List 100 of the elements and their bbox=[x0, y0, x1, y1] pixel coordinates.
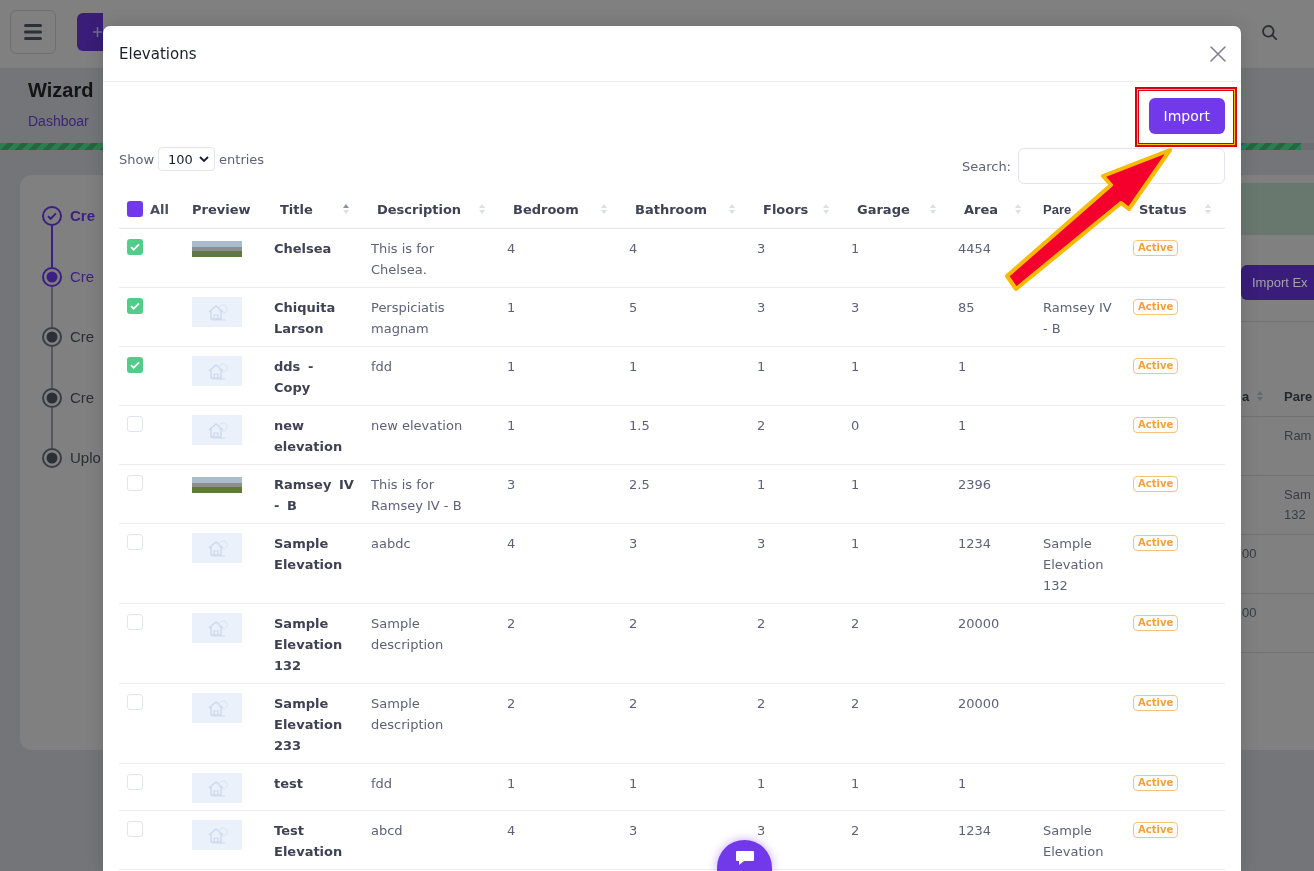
sort-icon[interactable] bbox=[1015, 204, 1021, 214]
table-cell: 1 bbox=[507, 300, 516, 315]
checkmark-icon bbox=[130, 243, 140, 251]
table-cell: 1 bbox=[958, 359, 967, 374]
sort-icon[interactable] bbox=[1205, 204, 1211, 214]
add-button[interactable] bbox=[77, 13, 103, 51]
table-cell: 1 bbox=[851, 536, 860, 551]
column-header[interactable]: Floors bbox=[763, 201, 809, 217]
description-text: Sample description bbox=[371, 696, 444, 732]
search-icon[interactable] bbox=[1262, 25, 1277, 40]
row-checkbox[interactable] bbox=[127, 821, 143, 837]
column-header[interactable]: Bedroom bbox=[513, 201, 579, 217]
table-cell: 85 bbox=[958, 300, 975, 315]
row-checkbox[interactable] bbox=[127, 475, 143, 491]
table-cell: 1 bbox=[507, 418, 516, 433]
table-cell: 2 bbox=[757, 696, 766, 711]
house-icon bbox=[192, 297, 242, 327]
close-button[interactable] bbox=[1210, 45, 1226, 62]
radio-dot-icon bbox=[42, 266, 62, 287]
entries-select[interactable]: 100 bbox=[158, 147, 216, 171]
menu-button[interactable] bbox=[10, 10, 56, 54]
table-cell: 3 bbox=[629, 536, 638, 551]
house-icon bbox=[192, 820, 242, 850]
row-checkbox[interactable] bbox=[127, 614, 143, 630]
table-cell: 1 bbox=[507, 776, 516, 791]
elevation-title: Test Elevation bbox=[274, 823, 343, 859]
menu-icon bbox=[24, 24, 42, 40]
elevation-title: Sample Elevation bbox=[274, 536, 343, 572]
status-badge: Active bbox=[1133, 695, 1179, 711]
elevation-title: Chelsea bbox=[274, 241, 332, 256]
row-checkbox[interactable] bbox=[127, 774, 143, 790]
table-cell: 4 bbox=[507, 241, 516, 256]
step-label[interactable]: Cre bbox=[70, 206, 95, 226]
step-label[interactable]: Cre bbox=[70, 266, 95, 287]
import-button[interactable]: Import Ex bbox=[1241, 265, 1314, 300]
status-badge: Active bbox=[1133, 535, 1179, 551]
status-badge: Active bbox=[1133, 299, 1179, 315]
parent-text: Ramsey IV - B bbox=[1043, 300, 1112, 336]
column-header[interactable]: Title bbox=[280, 201, 313, 217]
row-checkbox[interactable] bbox=[127, 357, 143, 373]
search-label: Search: bbox=[961, 158, 1011, 174]
page-title: Wizard bbox=[28, 78, 94, 102]
column-header[interactable]: Area bbox=[964, 201, 999, 217]
row-checkbox[interactable] bbox=[127, 694, 143, 710]
sort-icon[interactable] bbox=[930, 204, 936, 214]
elevation-title: Ramsey IV - B bbox=[274, 477, 354, 513]
column-header[interactable]: Garage bbox=[857, 201, 910, 217]
row-checkbox[interactable] bbox=[127, 416, 143, 432]
import-button[interactable]: Import bbox=[1148, 98, 1225, 134]
table-cell: 1 bbox=[958, 418, 967, 433]
step-label[interactable]: Uplo bbox=[70, 448, 101, 468]
sort-icon[interactable] bbox=[823, 204, 829, 214]
status-badge: Active bbox=[1133, 240, 1179, 256]
status-badge: Active bbox=[1133, 417, 1179, 433]
description-text: This is for Chelsea. bbox=[371, 241, 435, 277]
sort-icon[interactable] bbox=[1257, 391, 1264, 401]
row-checkbox[interactable] bbox=[127, 298, 143, 314]
table-cell: 00 bbox=[1242, 605, 1257, 620]
sort-icon[interactable] bbox=[479, 204, 485, 214]
step-label[interactable]: Cre bbox=[70, 327, 95, 347]
table-cell: 1.5 bbox=[629, 418, 650, 433]
description-text: new elevation bbox=[371, 418, 463, 433]
table-cell: 1 bbox=[757, 359, 766, 374]
select-all-label: All bbox=[150, 201, 169, 217]
table-cell: 3 bbox=[507, 477, 516, 492]
step-label[interactable]: Cre bbox=[70, 387, 95, 408]
table-cell: 2 bbox=[629, 696, 638, 711]
column-header[interactable]: Bathroom bbox=[635, 201, 707, 217]
sort-icon[interactable] bbox=[601, 204, 607, 214]
table-cell: 4 bbox=[629, 241, 638, 256]
row-checkbox[interactable] bbox=[127, 239, 143, 255]
row-checkbox[interactable] bbox=[127, 534, 143, 550]
table-cell: 2 bbox=[851, 823, 860, 838]
plus-icon bbox=[93, 27, 102, 37]
table-cell: 5 bbox=[629, 300, 638, 315]
table-cell: 1 bbox=[851, 776, 860, 791]
description-text: Perspiciatis magnam bbox=[371, 300, 445, 336]
column-header[interactable]: Description bbox=[377, 201, 462, 217]
column-header[interactable]: Status bbox=[1139, 201, 1187, 217]
table-cell: 2 bbox=[507, 696, 516, 711]
sort-icon[interactable] bbox=[729, 204, 735, 214]
table-cell: 2 bbox=[851, 696, 860, 711]
table-cell: 3 bbox=[629, 823, 638, 838]
column-header[interactable]: Pare bbox=[1284, 388, 1313, 404]
chevron-down-icon bbox=[199, 156, 210, 162]
table-cell: 1 bbox=[958, 776, 967, 791]
show-label: Show bbox=[119, 151, 155, 167]
sort-icon[interactable] bbox=[343, 204, 349, 214]
table-cell: 3 bbox=[757, 536, 766, 551]
table-cell: 4 bbox=[507, 823, 516, 838]
table-cell: 1 bbox=[757, 477, 766, 492]
photo-placeholder bbox=[192, 241, 242, 257]
column-header[interactable]: a bbox=[1242, 388, 1250, 404]
table-cell: 1234 bbox=[958, 536, 992, 551]
house-icon bbox=[192, 693, 242, 723]
step-connector bbox=[51, 407, 53, 448]
table-cell: 3 bbox=[757, 300, 766, 315]
select-all-checkbox[interactable] bbox=[127, 201, 143, 217]
modal-title: Elevations bbox=[119, 44, 197, 63]
elevation-title: Sample Elevation 233 bbox=[274, 696, 343, 753]
